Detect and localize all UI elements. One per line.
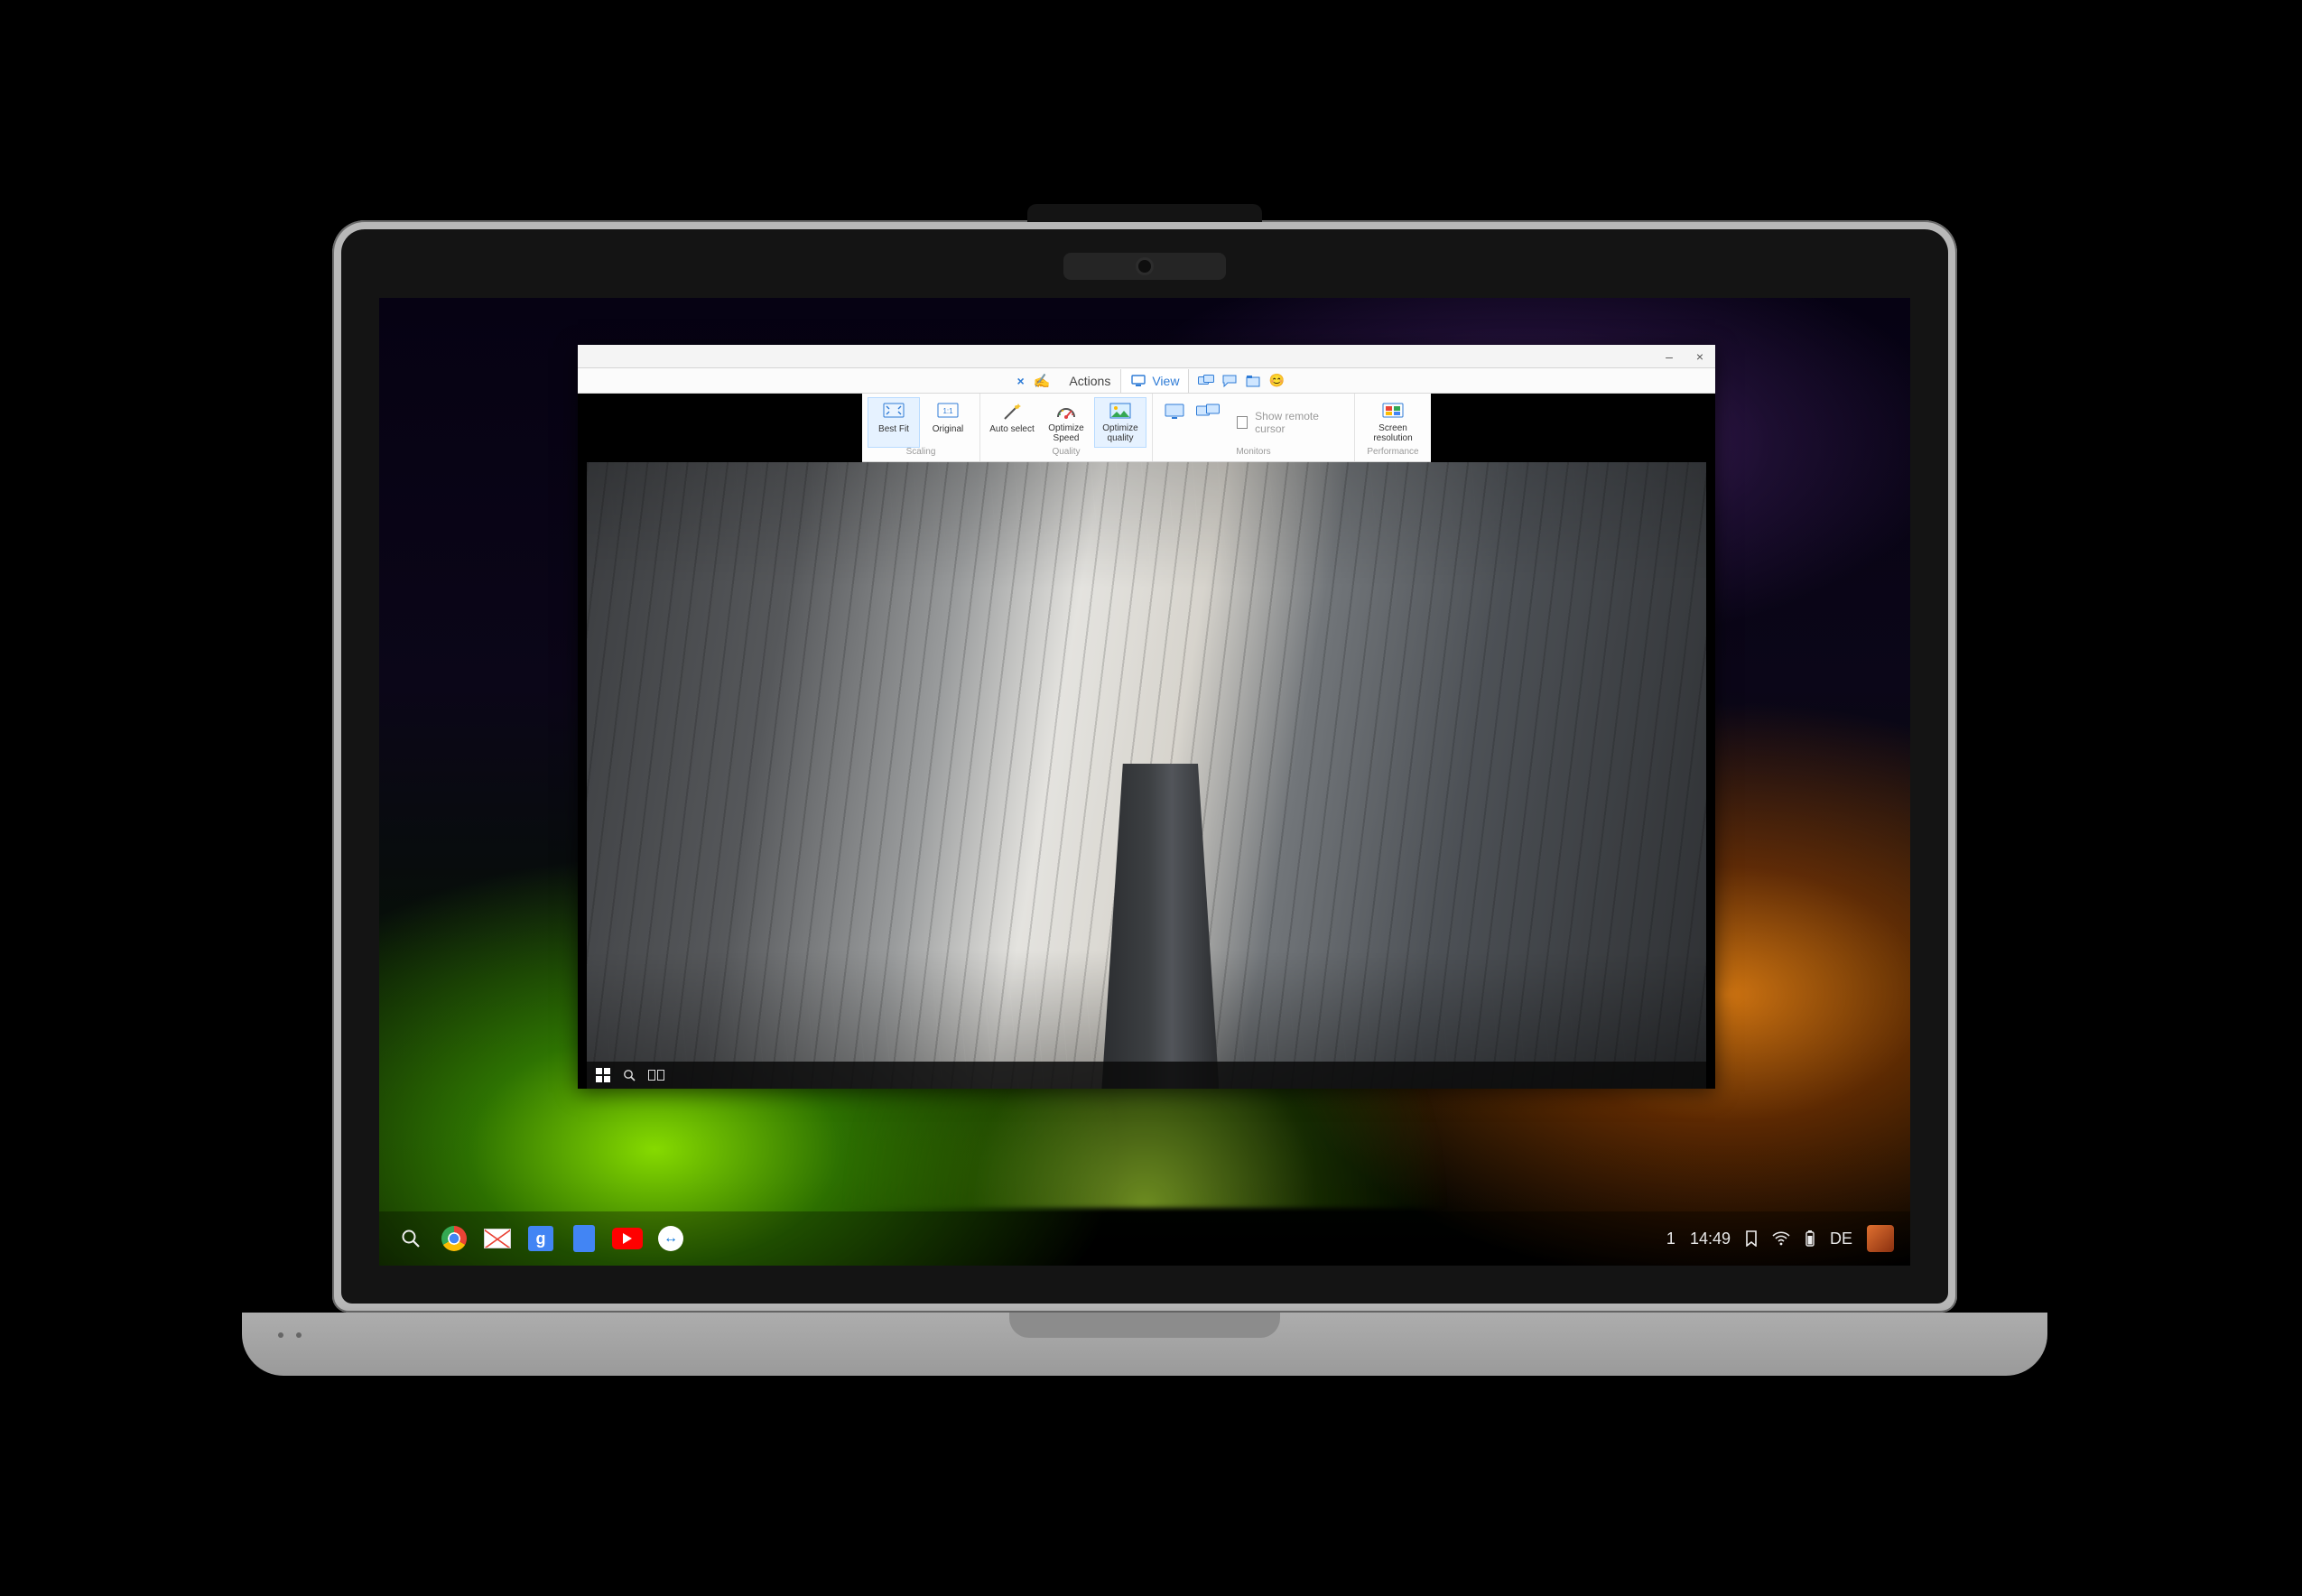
screen-bezel: – × × ✍ Actions [341, 229, 1948, 1304]
quality-group-label: Quality [1052, 447, 1080, 457]
emoji-icon[interactable]: 😊 [1268, 373, 1285, 389]
rock-pillar [1101, 764, 1219, 1089]
system-tray[interactable]: 1 14:49 DE [1666, 1225, 1894, 1252]
remote-desktop-wallpaper [587, 462, 1706, 1089]
close-session-icon[interactable]: × [1017, 374, 1025, 388]
window-minimize-button[interactable]: – [1654, 345, 1685, 367]
tab-actions[interactable]: Actions [1059, 370, 1120, 392]
tray-user-avatar[interactable] [1867, 1225, 1894, 1252]
optimize-speed-label: Optimize Speed [1043, 423, 1090, 443]
chrome-app-icon[interactable] [439, 1223, 469, 1254]
windows-start-icon[interactable] [596, 1068, 610, 1082]
original-icon: 1:1 [936, 402, 960, 422]
ribbon-group-scaling: Best Fit 1:1 Original Scaling [862, 394, 980, 461]
tray-bookmark-icon[interactable] [1745, 1230, 1758, 1247]
optimize-quality-button[interactable]: Optimize quality [1094, 397, 1146, 448]
best-fit-button[interactable]: Best Fit [868, 397, 920, 448]
original-button[interactable]: 1:1 Original [922, 397, 974, 448]
lid-tab [1027, 204, 1262, 222]
gmail-app-icon[interactable] [482, 1223, 513, 1254]
teamviewer-app-icon[interactable]: ↔ [655, 1223, 686, 1254]
tray-wifi-icon[interactable] [1772, 1231, 1790, 1246]
screens-icon[interactable] [1198, 373, 1214, 389]
screen-resolution-label: Screen resolution [1363, 423, 1423, 443]
window-titlebar[interactable]: – × [578, 345, 1715, 368]
remote-desktop-viewport[interactable] [578, 462, 1715, 1089]
tab-view[interactable]: View [1120, 369, 1189, 393]
monitor-1-button[interactable] [1158, 397, 1190, 448]
tab-actions-label: Actions [1069, 374, 1110, 388]
google-search-app-icon[interactable]: g [525, 1223, 556, 1254]
monitors-group-label: Monitors [1236, 447, 1270, 457]
window-close-button[interactable]: × [1685, 345, 1715, 367]
speed-gauge-icon [1054, 402, 1078, 421]
youtube-app-icon[interactable] [612, 1223, 643, 1254]
best-fit-label: Best Fit [878, 424, 909, 434]
laptop-base [242, 1313, 2047, 1376]
monitor-dual-icon [1196, 402, 1220, 422]
performance-group-label: Performance [1367, 447, 1418, 457]
ribbon-group-monitors: Show remote cursor Monitors [1153, 394, 1355, 461]
optimize-quality-label: Optimize quality [1097, 423, 1144, 443]
session-menu-tabs: × ✍ Actions View [578, 368, 1715, 394]
optimize-speed-button[interactable]: Optimize Speed [1040, 397, 1092, 448]
auto-select-label: Auto select [989, 424, 1034, 434]
show-remote-cursor-label: Show remote cursor [1255, 410, 1338, 435]
show-remote-cursor-toggle[interactable]: Show remote cursor [1226, 397, 1349, 448]
files-icon[interactable] [1245, 373, 1261, 389]
scaling-group-label: Scaling [906, 447, 936, 457]
monitor-all-button[interactable] [1192, 397, 1223, 448]
remote-session-window[interactable]: – × × ✍ Actions [578, 345, 1715, 1089]
monitor-icon [1130, 373, 1146, 389]
pin-toolbar-icon[interactable]: ✍ [1034, 373, 1051, 389]
tray-battery-icon[interactable] [1805, 1229, 1815, 1248]
ribbon-group-quality: Auto select Optimize Speed [980, 394, 1153, 461]
webcam [1063, 253, 1226, 280]
original-label: Original [933, 424, 963, 434]
checkbox-icon [1237, 416, 1248, 429]
chat-icon[interactable] [1221, 373, 1238, 389]
auto-select-button[interactable]: Auto select [986, 397, 1038, 448]
remote-windows-taskbar[interactable] [587, 1062, 1706, 1089]
windows-taskview-icon[interactable] [648, 1070, 664, 1081]
google-docs-app-icon[interactable] [569, 1223, 599, 1254]
screen-resolution-button[interactable]: Screen resolution [1360, 397, 1425, 448]
magic-wand-icon [1000, 402, 1024, 422]
resolution-icon [1381, 402, 1405, 421]
svg-text:1:1: 1:1 [942, 407, 953, 415]
tray-time[interactable]: 14:49 [1690, 1229, 1731, 1248]
laptop-lid: – × × ✍ Actions [332, 220, 1957, 1313]
chromeos-screen: – × × ✍ Actions [379, 298, 1910, 1266]
launcher-search-icon[interactable] [395, 1223, 426, 1254]
tray-input-language[interactable]: DE [1830, 1229, 1852, 1248]
monitor-single-icon [1163, 402, 1186, 422]
best-fit-icon [882, 402, 905, 422]
laptop-mockup: – × × ✍ Actions [242, 220, 2047, 1412]
chromeos-shelf[interactable]: g ↔ 1 14:49 [379, 1211, 1910, 1266]
windows-search-icon[interactable] [623, 1069, 636, 1081]
ribbon-group-performance: Screen resolution Performance [1355, 394, 1431, 461]
tab-view-label: View [1152, 374, 1179, 388]
picture-icon [1109, 402, 1132, 421]
notification-count[interactable]: 1 [1666, 1229, 1675, 1248]
view-ribbon: Best Fit 1:1 Original Scaling [862, 394, 1431, 462]
